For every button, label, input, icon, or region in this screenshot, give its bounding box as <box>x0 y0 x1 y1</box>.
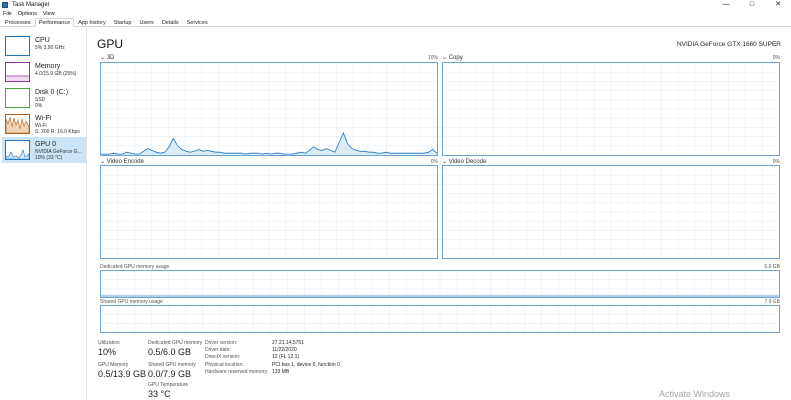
memory-thumbnail-svg <box>6 75 29 81</box>
maximize-button[interactable]: □ <box>739 0 765 10</box>
graph-grid <box>101 166 437 258</box>
engine-copy-label[interactable]: ⌄ Copy <box>442 54 463 61</box>
shared-memory-graph <box>100 305 780 333</box>
utilization-label: Utilization <box>98 340 120 346</box>
dedicated-memory-fill <box>101 294 779 297</box>
tab-users[interactable]: Users <box>135 18 157 27</box>
directx-version-value: 12 (FL 12.1) <box>272 354 300 360</box>
memory-thumbnail-fill <box>6 76 29 81</box>
cpu-thumbnail-graph <box>5 36 30 56</box>
engine-video-decode-label[interactable]: ⌄ Video Decode <box>442 158 486 165</box>
engine-3d-name: 3D <box>106 55 115 61</box>
driver-version-label: Driver version: <box>205 340 238 346</box>
minimize-button[interactable]: — <box>713 0 739 10</box>
driver-date-label: Driver date: <box>205 347 231 353</box>
tab-performance[interactable]: Performance <box>34 18 75 27</box>
disk-thumbnail-graph <box>5 88 30 108</box>
wifi-thumbnail-area <box>5 116 30 134</box>
graph-grid <box>101 63 437 155</box>
engine-copy-svg <box>443 63 779 155</box>
engine-video-encode-label[interactable]: ⌄ Video Encode <box>100 158 144 165</box>
menu-view[interactable]: View <box>43 10 55 18</box>
tab-app-history[interactable]: App history <box>74 18 110 27</box>
gpu-memory-value: 0.5/13.9 GB <box>98 369 147 379</box>
engine-video-decode-graph <box>442 165 780 259</box>
gpu-thumbnail-area <box>5 149 30 160</box>
sidebar-item-wifi[interactable]: Wi-Fi Wi-Fi S: 200 R: 16.0 Kbps <box>2 111 86 137</box>
sidebar-item-cpu[interactable]: CPU 5% 3.90 GHz <box>2 33 86 59</box>
tab-bar: Processes Performance App history Startu… <box>0 18 791 27</box>
window-title: Task Manager <box>12 2 50 8</box>
gpu-model-name: NVIDIA GeForce GTX 1660 SUPER <box>676 41 781 48</box>
engine-3d-graph <box>100 62 438 156</box>
graph-grid <box>443 63 779 155</box>
tab-startup[interactable]: Startup <box>110 18 136 27</box>
graph-grid <box>101 306 779 332</box>
task-manager-icon <box>2 2 8 8</box>
engine-3d-percent: 10% <box>427 55 438 61</box>
graph-grid <box>101 271 779 297</box>
window-controls: — □ ✕ <box>713 0 791 10</box>
gpu-thumbnail-svg <box>5 149 30 160</box>
wifi-thumbnail-graph <box>5 114 30 134</box>
sidebar-item-subtitle: 5% 3.90 GHz <box>35 45 65 51</box>
activate-windows-watermark: Activate Windows <box>659 389 731 399</box>
physical-location-label: Physical location: <box>205 362 244 368</box>
sidebar-item-memory[interactable]: Memory 4.0/15.9 GB (25%) <box>2 59 86 85</box>
menu-bar: File Options View <box>0 10 61 18</box>
dedicated-memory-stat-label: Dedicated GPU memory <box>148 340 203 346</box>
dedicated-memory-stat-value: 0.5/6.0 GB <box>148 347 192 357</box>
engine-copy-graph <box>442 62 780 156</box>
engine-copy-name: Copy <box>448 55 463 61</box>
memory-thumbnail-graph <box>5 62 30 82</box>
page-title: GPU <box>97 37 124 51</box>
sidebar-item-title: CPU <box>35 37 50 44</box>
gpu-thumbnail-graph <box>5 140 30 160</box>
hardware-reserved-memory-value: 133 MB <box>272 369 290 375</box>
driver-date-value: 11/22/2020 <box>272 347 297 353</box>
graph-grid <box>443 166 779 258</box>
engine-3d-label[interactable]: ⌄ 3D <box>100 54 114 61</box>
engine-video-encode-graph <box>100 165 438 259</box>
sidebar-item-subtitle-2: 0% <box>35 103 43 109</box>
sidebar-item-title: Wi-Fi <box>35 115 52 122</box>
physical-location-value: PCI bus 1, device 0, function 0 <box>272 362 340 368</box>
sidebar-item-disk[interactable]: Disk 0 (C:) SSD 0% <box>2 85 86 111</box>
gpu-memory-label: GPU Memory <box>98 362 129 368</box>
sidebar-item-title: GPU 0 <box>35 141 57 148</box>
gpu-temperature-label: GPU Temperature <box>148 382 189 388</box>
menu-file[interactable]: File <box>3 10 12 18</box>
resource-sidebar: CPU 5% 3.90 GHz Memory 4.0/15.9 GB (25%)… <box>0 28 87 400</box>
engine-video-encode-svg <box>101 166 437 258</box>
directx-version-label: DirectX version: <box>205 354 241 360</box>
tab-processes[interactable]: Processes <box>1 18 35 27</box>
sidebar-item-subtitle: 4.0/15.9 GB (25%) <box>35 71 77 77</box>
driver-version-value: 27.21.14.5751 <box>272 340 304 346</box>
sidebar-item-gpu[interactable]: GPU 0 NVIDIA GeForce G... 10% (33 °C) <box>2 137 86 163</box>
hardware-reserved-memory-label: Hardware reserved memory: <box>205 369 269 375</box>
engine-copy-percent: 0% <box>772 55 780 61</box>
close-button[interactable]: ✕ <box>765 0 791 10</box>
shared-memory-svg <box>101 306 779 332</box>
tab-details[interactable]: Details <box>158 18 183 27</box>
sidebar-item-title: Disk 0 (C:) <box>35 89 69 96</box>
engine-video-decode-svg <box>443 166 779 258</box>
gpu-temperature-value: 33 °C <box>148 389 171 399</box>
menu-options[interactable]: Options <box>18 10 37 18</box>
engine-3d-svg <box>101 63 437 155</box>
dedicated-memory-graph <box>100 270 780 298</box>
sidebar-item-subtitle-2: S: 200 R: 16.0 Kbps <box>35 129 80 135</box>
title-bar: Task Manager — □ ✕ <box>0 0 791 10</box>
tab-services[interactable]: Services <box>183 18 212 27</box>
sidebar-item-title: Memory <box>35 63 61 70</box>
shared-memory-stat-value: 0.0/7.9 GB <box>148 369 192 379</box>
dedicated-memory-svg <box>101 271 779 297</box>
wifi-thumbnail-svg <box>5 116 30 134</box>
utilization-value: 10% <box>98 347 117 357</box>
shared-memory-stat-label: Shared GPU memory <box>148 362 196 368</box>
sidebar-item-subtitle-2: 10% (33 °C) <box>35 155 63 161</box>
